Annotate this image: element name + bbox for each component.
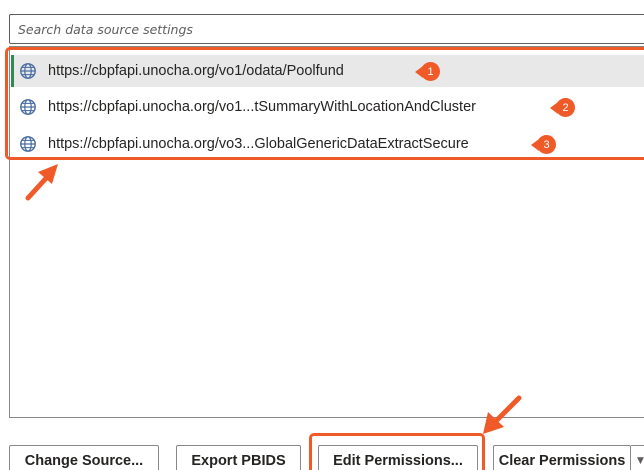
chevron-down-icon[interactable]: ▼ (631, 445, 644, 470)
data-source-url: https://cbpfapi.unocha.org/vo1...tSummar… (48, 99, 476, 115)
step-badge-2: 2 (550, 98, 575, 117)
search-box[interactable] (9, 14, 644, 44)
globe-icon (20, 99, 36, 115)
edit-permissions-button[interactable]: Edit Permissions... (318, 445, 478, 470)
globe-icon (20, 63, 36, 79)
step-badge-3: 3 (531, 135, 556, 154)
export-pbids-button[interactable]: Export PBIDS (176, 445, 301, 470)
data-source-url: https://cbpfapi.unocha.org/vo3...GlobalG… (48, 136, 469, 152)
data-source-row-1[interactable]: https://cbpfapi.unocha.org/vo1/odata/Poo… (11, 55, 644, 87)
search-input[interactable] (10, 15, 644, 43)
change-source-button[interactable]: Change Source... (9, 445, 159, 470)
data-source-url: https://cbpfapi.unocha.org/vo1/odata/Poo… (48, 63, 344, 79)
globe-icon (20, 136, 36, 152)
annotation-arrow-edit-permissions (483, 395, 522, 434)
annotation-arrow-list (25, 164, 58, 201)
clear-permissions-button[interactable]: Clear Permissions (493, 445, 631, 470)
step-badge-1: 1 (415, 62, 440, 81)
